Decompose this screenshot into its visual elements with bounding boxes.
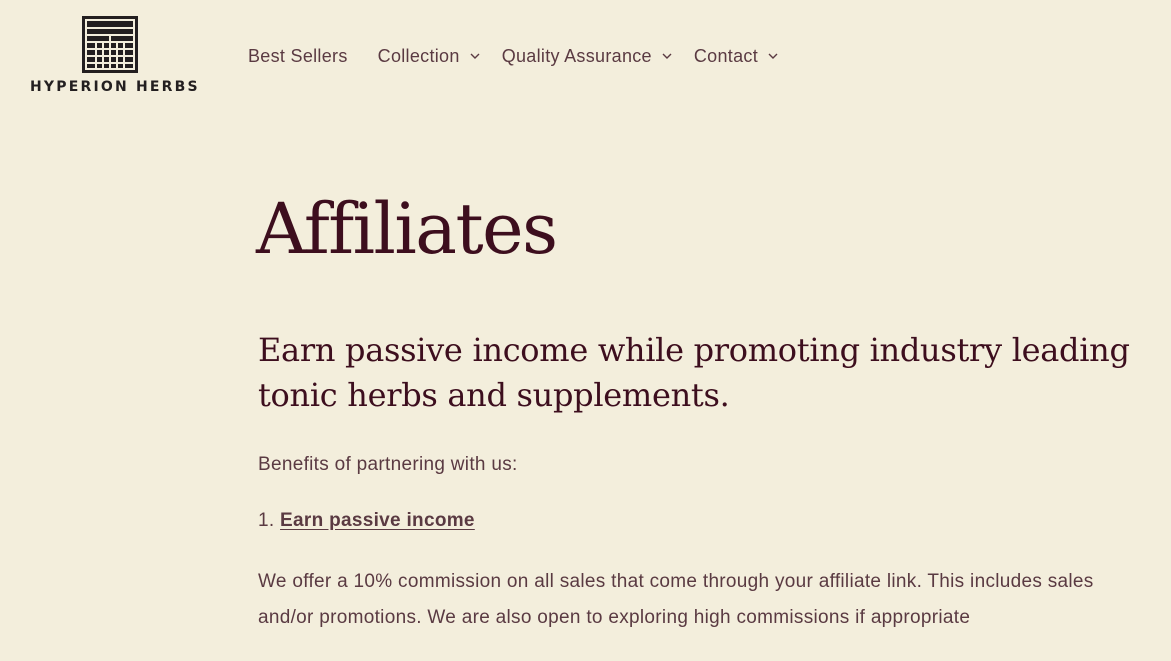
nav-item-label: Quality Assurance: [501, 45, 652, 66]
nav-item-label: Best Sellers: [248, 45, 348, 66]
benefits-intro: Benefits of partnering with us:: [258, 454, 518, 475]
list-item: 1. Earn passive income: [258, 510, 475, 532]
page-title: Affiliates: [256, 188, 558, 270]
chevron-down-icon: [662, 53, 672, 59]
nav-item-best-sellers[interactable]: Best Sellers: [248, 46, 348, 67]
commission-paragraph: We offer a 10% commission on all sales t…: [258, 571, 1094, 628]
nav-item-label: Collection: [377, 45, 460, 66]
main-nav: Best Sellers Collection Quality Assuranc…: [248, 44, 778, 68]
brand-name: HYPERION HERBS: [30, 79, 200, 95]
chevron-down-icon: [768, 53, 778, 59]
nav-item-collection[interactable]: Collection: [378, 46, 480, 67]
nav-item-quality-assurance[interactable]: Quality Assurance: [502, 46, 672, 67]
nav-item-contact[interactable]: Contact: [694, 46, 778, 67]
chevron-down-icon: [470, 53, 480, 59]
list-number: 1.: [258, 510, 275, 531]
page-subtitle: Earn passive income while promoting indu…: [258, 331, 1130, 414]
earn-passive-income-link[interactable]: Earn passive income: [280, 510, 475, 531]
nav-item-label: Contact: [693, 45, 759, 66]
brand-logo[interactable]: HYPERION HERBS: [30, 16, 200, 98]
barcode-grid-logo-icon: [82, 16, 138, 73]
